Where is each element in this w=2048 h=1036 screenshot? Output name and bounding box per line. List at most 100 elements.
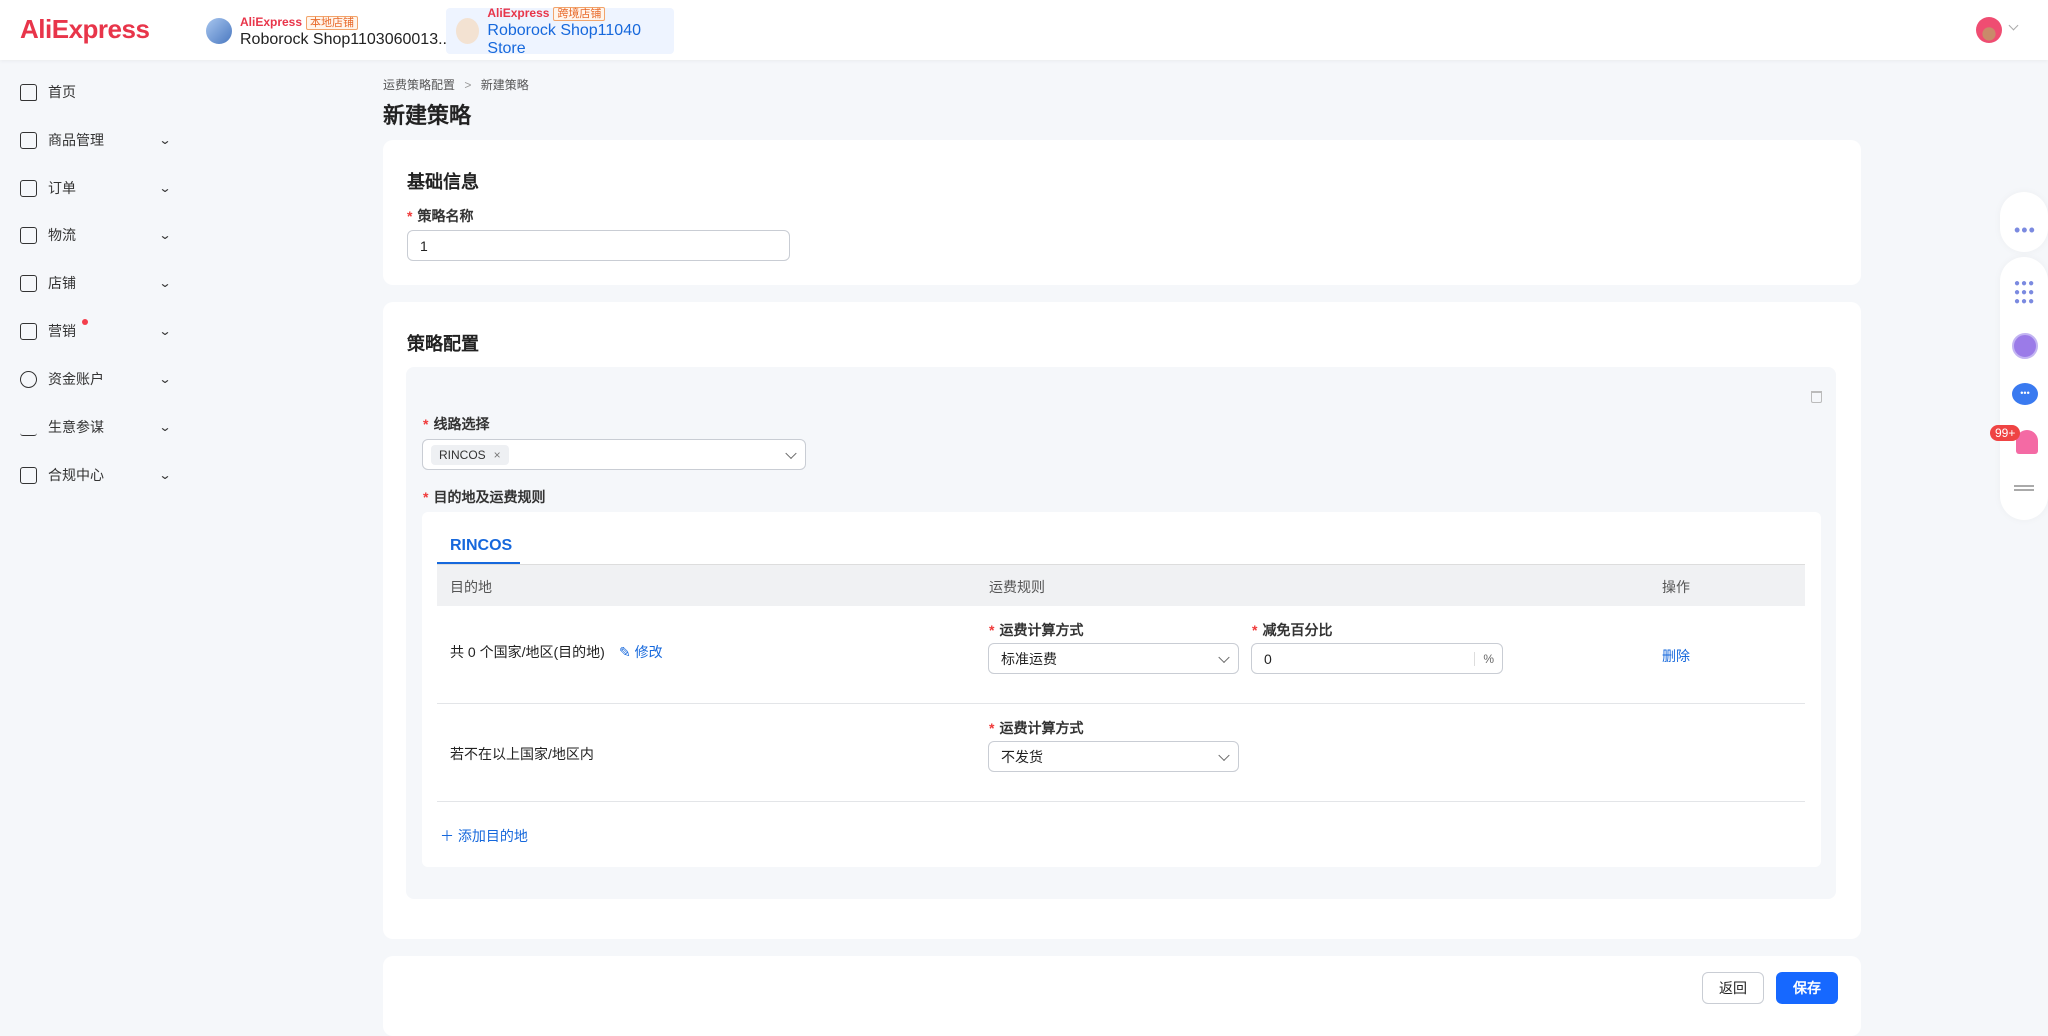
chat-icon[interactable]: •••	[2012, 383, 2038, 405]
sidebar-item-finance[interactable]: 资金账户 ⌄	[0, 359, 200, 399]
chevron-down-icon: ⌄	[158, 181, 172, 195]
top-header: AliExpress AliExpress 本地店铺 Roborock Shop1…	[0, 0, 2048, 60]
calc-method-label: * 运费计算方式	[989, 720, 1084, 736]
chevron-down-icon: ⌄	[158, 276, 172, 290]
chart-icon	[20, 419, 37, 436]
shop-name: Roborock Shop1103060013...	[240, 31, 452, 48]
shop-tag: 跨境店铺	[553, 7, 606, 21]
fallback-destination: 若不在以上国家/地区内	[450, 746, 594, 762]
shop-switch-local[interactable]: AliExpress 本地店铺 Roborock Shop1103060013..…	[196, 8, 461, 54]
sidebar-item-label: 订单	[48, 180, 76, 196]
notification-dot	[82, 319, 88, 325]
shop-switch-cross-border[interactable]: AliExpress 跨境店铺 Roborock Shop11040 Store	[446, 6, 674, 57]
table-header: 目的地 运费规则 操作	[437, 564, 1805, 606]
clipboard-icon	[20, 179, 37, 197]
sidebar-item-label: 店铺	[48, 275, 76, 291]
sidebar-item-analytics[interactable]: 生意参谋 ⌄	[0, 407, 200, 447]
apps-grid-icon[interactable]: ●●● ●●● ●●●	[2014, 279, 2036, 307]
sidebar-item-orders[interactable]: 订单 ⌄	[0, 168, 200, 208]
sidebar-item-products[interactable]: 商品管理 ⌄	[0, 120, 200, 160]
chevron-down-icon[interactable]	[2008, 20, 2019, 31]
strategy-name-input[interactable]: 1	[407, 230, 790, 261]
alert-icon	[20, 466, 37, 484]
shop-avatar	[206, 18, 232, 44]
menu-icon[interactable]	[2014, 485, 2034, 491]
discount-label: * 减免百分比	[1252, 622, 1333, 638]
page-title: 新建策略	[383, 103, 472, 128]
sidebar-item-label: 商品管理	[48, 132, 104, 148]
sidebar-item-logistics[interactable]: 物流 ⌄	[0, 215, 200, 255]
link-text: 修改	[634, 644, 663, 660]
sidebar-item-label: 首页	[48, 84, 76, 100]
sidebar-item-compliance[interactable]: 合规中心 ⌄	[0, 455, 200, 495]
sidebar-item-store[interactable]: 店铺 ⌄	[0, 263, 200, 303]
basic-info-card: 基础信息 * 策略名称 1	[383, 140, 1861, 285]
add-destination-button[interactable]: ＋ 添加目的地	[440, 826, 528, 846]
percent-suffix: %	[1474, 651, 1502, 666]
route-select[interactable]: RINCOS ×	[422, 439, 806, 470]
table-row: 若不在以上国家/地区内 * 运费计算方式 不发货	[437, 704, 1805, 802]
fallback-calc-method-select[interactable]: 不发货	[988, 741, 1239, 772]
sidebar-item-home[interactable]: 首页	[0, 72, 200, 112]
input-value: 0	[1264, 650, 1272, 667]
notification-badge: 99+	[1990, 425, 2021, 441]
chevron-down-icon	[1218, 651, 1230, 663]
chevron-down-icon: ⌄	[158, 324, 172, 338]
destination-count: 共 0 个国家/地区(目的地)	[450, 644, 605, 660]
delete-link[interactable]: 删除	[1662, 646, 1690, 666]
table-row: 共 0 个国家/地区(目的地) ✎ 修改 * 运费计算方式 标准运费 * 减免百分比…	[437, 606, 1805, 704]
button-label: 添加目的地	[457, 828, 528, 844]
shop-avatar	[456, 18, 480, 44]
chevron-down-icon: ⌄	[158, 420, 172, 434]
footer-bar: 返回 保存	[383, 956, 1861, 1036]
sidebar-item-label: 资金账户	[48, 371, 104, 387]
chevron-down-icon: ⌄	[158, 468, 172, 482]
column-header: 目的地	[450, 579, 492, 595]
home-icon	[20, 83, 37, 101]
chevron-down-icon: ⌄	[158, 372, 172, 386]
box-icon	[20, 226, 37, 244]
label-text: 减免百分比	[1262, 622, 1333, 638]
shop-brand: AliExpress	[487, 6, 550, 20]
select-value: 不发货	[1001, 748, 1043, 765]
discount-input[interactable]: 0%	[1251, 643, 1503, 674]
back-button[interactable]: 返回	[1702, 972, 1764, 1004]
breadcrumb: 运费策略配置 > 新建策略	[383, 76, 529, 93]
shop-tag: 本地店铺	[306, 16, 359, 30]
sidebar-item-label: 营销	[48, 323, 76, 339]
float-toolbar: ●●● ●●● ●●● ••• 99+	[1990, 257, 2048, 520]
destination-rules-label: * 目的地及运费规则	[423, 489, 546, 505]
breadcrumb-current: 新建策略	[480, 78, 529, 92]
route-label: * 线路选择	[423, 416, 490, 432]
float-more[interactable]: •••	[2000, 192, 2048, 252]
route-tag: RINCOS ×	[431, 444, 509, 465]
label-text: 线路选择	[433, 416, 490, 432]
shop-brand: AliExpress	[240, 15, 303, 29]
more-icon[interactable]: •••	[2014, 220, 2036, 241]
user-avatar[interactable]	[1976, 17, 2002, 43]
column-header: 操作	[1662, 579, 1690, 595]
chevron-down-icon	[1218, 749, 1230, 761]
section-title: 基础信息	[407, 172, 479, 192]
save-button[interactable]: 保存	[1776, 972, 1838, 1004]
plus-icon: ＋	[440, 828, 458, 844]
calc-method-select[interactable]: 标准运费	[988, 643, 1239, 674]
label-text: 运费计算方式	[999, 622, 1084, 638]
trash-icon[interactable]	[1811, 391, 1822, 403]
breadcrumb-parent[interactable]: 运费策略配置	[383, 78, 455, 92]
dollar-icon	[20, 370, 37, 388]
sidebar-item-marketing[interactable]: 营销 ⌄	[0, 311, 200, 351]
label-text: 策略名称	[417, 208, 474, 224]
close-icon[interactable]: ×	[494, 448, 501, 462]
customer-service-icon[interactable]	[2012, 333, 2038, 359]
aliexpress-logo[interactable]: AliExpress	[20, 14, 150, 45]
sidebar-item-label: 合规中心	[48, 467, 104, 483]
route-config-panel: * 线路选择 RINCOS × * 目的地及运费规则 RINCOS 目的地 运费规则 …	[406, 367, 1836, 899]
destination-rules-box: RINCOS 目的地 运费规则 操作 共 0 个国家/地区(目的地) ✎ 修改 …	[422, 512, 1821, 867]
strategy-name-label: * 策略名称	[407, 208, 474, 224]
pencil-icon: ✎	[619, 644, 635, 660]
sidebar-item-label: 生意参谋	[48, 419, 104, 435]
label-text: 运费计算方式	[999, 720, 1084, 736]
tab-rincos[interactable]: RINCOS	[450, 537, 512, 555]
edit-destination-link[interactable]: ✎ 修改	[619, 642, 663, 662]
